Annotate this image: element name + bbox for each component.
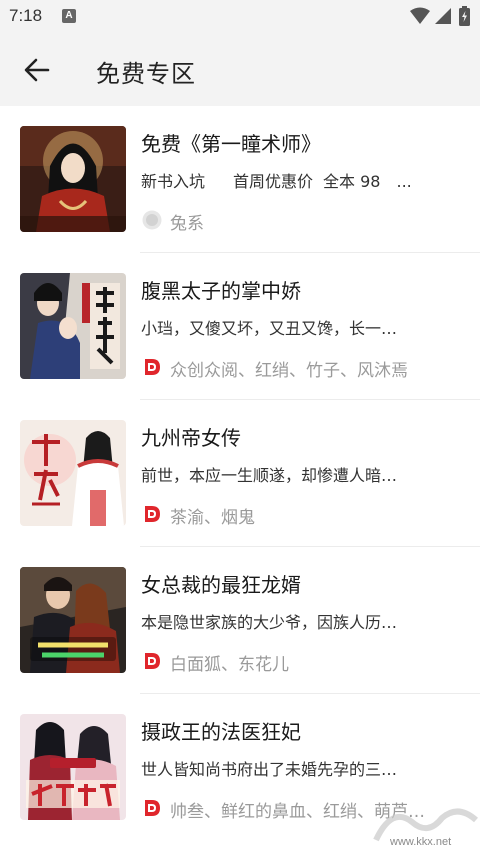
book-item[interactable]: 腹黑太子的掌中娇 小珰，又傻又坏，又丑又馋，长一… 众创众阅、红绡、竹子、风沐焉 (0, 253, 480, 400)
book-author: 兔系 (170, 214, 204, 232)
book-title: 女总裁的最狂龙婿 (141, 573, 301, 597)
gray-circle-avatar-icon (142, 210, 162, 230)
book-cover (20, 126, 126, 232)
book-tag: ... (396, 172, 412, 191)
book-authors: 众创众阅、红绡、竹子、风沐焉 (142, 355, 462, 379)
book-title: 免费《第一瞳术师》 (141, 132, 321, 156)
book-tag: 新书入坑 (141, 172, 206, 191)
book-description: 本是隐世家族的大少爷，因族人历… (141, 613, 398, 632)
battery-icon (459, 6, 470, 26)
red-audio-badge-icon (145, 653, 160, 669)
book-author: 茶渝、烟鬼 (170, 508, 255, 526)
book-authors: 白面狐、东花儿 (142, 649, 462, 673)
book-author: 众创众阅、红绡、竹子、风沐焉 (170, 361, 408, 379)
app-bar: 免费专区 (0, 34, 480, 106)
back-button[interactable] (16, 52, 56, 88)
book-authors: 兔系 (142, 208, 462, 232)
status-bar: 7:18 A (0, 0, 480, 34)
book-cover (20, 714, 126, 820)
book-cover (20, 567, 126, 673)
book-description: 前世，本应一生顺遂，却惨遭人暗… (141, 466, 398, 485)
red-audio-badge-icon (145, 800, 160, 816)
book-title: 九州帝女传 (141, 426, 241, 450)
book-authors: 茶渝、烟鬼 (142, 502, 462, 526)
book-title: 腹黑太子的掌中娇 (141, 279, 301, 303)
book-item[interactable]: 九州帝女传 前世，本应一生顺遂，却惨遭人暗… 茶渝、烟鬼 (0, 400, 480, 547)
watermark-text: www.kkx.net (390, 836, 452, 848)
red-audio-badge-icon (145, 359, 160, 375)
book-description: 世人皆知尚书府出了未婚先孕的三… (141, 760, 398, 779)
wifi-icon (410, 7, 430, 24)
book-title: 摄政王的法医狂妃 (141, 720, 301, 744)
status-time: 7:18 (9, 6, 43, 25)
page-title: 免费专区 (96, 60, 196, 88)
red-audio-badge-icon (145, 506, 160, 522)
book-cover (20, 273, 126, 379)
signal-icon (435, 8, 451, 24)
notification-badge-icon: A (62, 9, 76, 23)
book-list: 免费《第一瞳术师》 新书入坑 首周优惠价 全本 98... 兔系 腹黑太子的掌中… (0, 106, 480, 841)
book-tag: 首周优惠价 (233, 172, 314, 191)
book-author: 白面狐、东花儿 (170, 655, 289, 673)
book-cover (20, 420, 126, 526)
book-tags: 新书入坑 首周优惠价 全本 98... (141, 168, 456, 192)
book-item[interactable]: 女总裁的最狂龙婿 本是隐世家族的大少爷，因族人历… 白面狐、东花儿 (0, 547, 480, 694)
book-tag: 全本 98 (323, 172, 381, 191)
book-description: 小珰，又傻又坏，又丑又馋，长一… (141, 319, 398, 338)
arrow-left-icon (24, 58, 50, 82)
book-item[interactable]: 免费《第一瞳术师》 新书入坑 首周优惠价 全本 98... 兔系 (0, 106, 480, 253)
